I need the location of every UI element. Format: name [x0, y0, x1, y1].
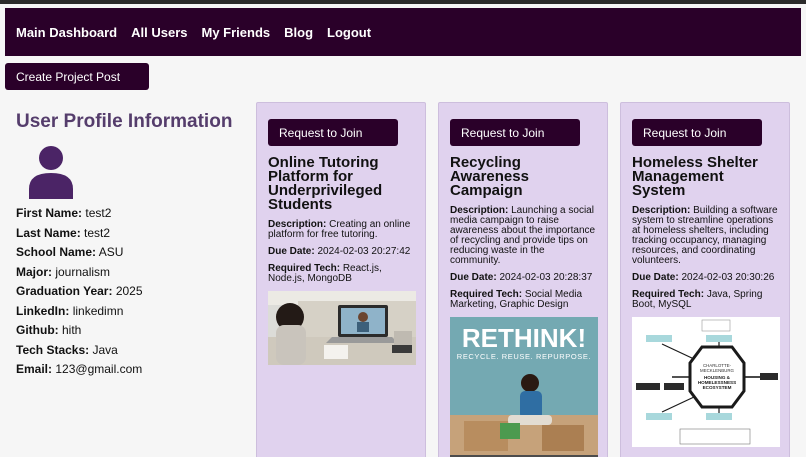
profile-field-graduation-year: Graduation Year: 2025: [16, 284, 143, 298]
project-description: Description: Building a software system …: [632, 205, 778, 266]
project-image-online-tutoring: [268, 291, 416, 365]
project-card: Request to Join Online Tutoring Platform…: [256, 102, 426, 457]
project-due-date: Due Date: 2024-02-03 20:28:37: [450, 272, 593, 283]
project-card: Request to Join Homeless Shelter Managem…: [620, 102, 790, 457]
project-image-rethink-poster: RETHINK! RECYCLE. REUSE. REPURPOSE.: [450, 317, 598, 457]
nav-link-blog[interactable]: Blog: [284, 25, 313, 40]
project-due-date: Due Date: 2024-02-03 20:30:26: [632, 272, 775, 283]
nav-link-logout[interactable]: Logout: [327, 25, 371, 40]
request-to-join-button[interactable]: Request to Join: [632, 119, 762, 146]
profile-field-major: Major: journalism: [16, 264, 111, 279]
profile-field-first-name: First Name: test2: [16, 206, 112, 220]
user-avatar-icon: [29, 146, 73, 199]
project-description: Description: Launching a social media ca…: [450, 205, 596, 266]
user-profile-panel: User Profile Information First Name: tes…: [16, 111, 246, 384]
profile-field-tech-stacks: Tech Stacks: Java: [16, 342, 118, 357]
profile-field-last-name: Last Name: test2: [16, 225, 111, 240]
profile-title: User Profile Information: [16, 111, 233, 132]
project-title: Online Tutoring Platform for Underprivil…: [268, 154, 383, 213]
profile-field-github: Github: hith: [16, 323, 82, 337]
diagram-center-line: MECKLENBURG: [700, 368, 734, 373]
window-top-border: [0, 0, 806, 4]
nav-link-my-friends[interactable]: My Friends: [202, 25, 271, 40]
project-required-tech: Required Tech: React.js, Node.js, MongoD…: [268, 263, 382, 284]
create-project-post-button[interactable]: Create Project Post: [5, 63, 149, 90]
profile-field-school-name: School Name: ASU: [16, 245, 124, 259]
project-title: Homeless Shelter Management System: [632, 154, 758, 199]
profile-field-linkedin: LinkedIn: linkedimn: [16, 303, 124, 318]
request-to-join-button[interactable]: Request to Join: [450, 119, 580, 146]
project-description: Description: Creating an online platform…: [268, 219, 411, 240]
poster-subline: RECYCLE. REUSE. REPURPOSE.: [457, 352, 591, 361]
top-navbar: Main Dashboard All Users My Friends Blog…: [5, 8, 801, 56]
project-required-tech: Required Tech: Social Media Marketing, G…: [450, 289, 583, 310]
nav-link-all-users[interactable]: All Users: [131, 25, 187, 40]
poster-headline: RETHINK!: [462, 323, 586, 353]
project-title: Recycling Awareness Campaign: [450, 154, 529, 199]
project-required-tech: Required Tech: Java, Spring Boot, MySQL: [632, 289, 763, 310]
profile-field-email: Email: 123@gmail.com: [16, 362, 143, 376]
project-card: Request to Join Recycling Awareness Camp…: [438, 102, 608, 457]
project-due-date: Due Date: 2024-02-03 20:27:42: [268, 246, 411, 257]
diagram-center-line: ECOSYSTEM: [703, 385, 732, 390]
request-to-join-button[interactable]: Request to Join: [268, 119, 398, 146]
project-image-housing-ecosystem-diagram: CHARLOTTE- MECKLENBURG HOUSING & HOMELES…: [632, 317, 780, 447]
nav-link-main-dashboard[interactable]: Main Dashboard: [16, 25, 117, 40]
